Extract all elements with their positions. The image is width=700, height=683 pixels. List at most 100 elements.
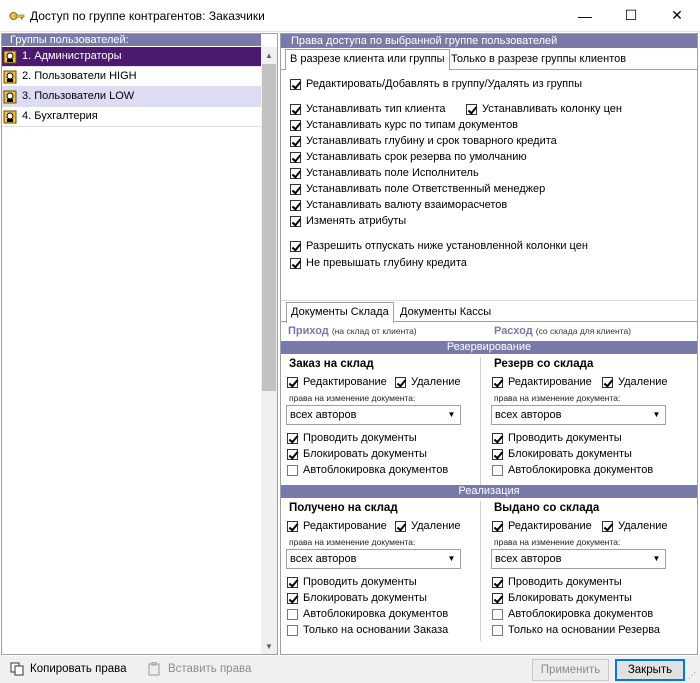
issued-rights-caption: права на изменение документа:: [494, 537, 621, 547]
income-heading: Приход (на склад от клиента): [288, 325, 417, 337]
tab-client-or-group[interactable]: В разрезе клиента или группы: [285, 49, 450, 70]
column-divider: [480, 501, 481, 641]
received-authors-select[interactable]: всех авторов ▼: [286, 549, 461, 569]
checkbox-order-autoblock[interactable]: Автоблокировка документов: [287, 464, 448, 476]
chevron-down-icon: ▼: [447, 410, 456, 419]
scroll-down-icon[interactable]: ▼: [261, 642, 277, 651]
checkbox-box: [466, 103, 477, 115]
checkbox-reserve-autoblock[interactable]: Автоблокировка документов: [492, 464, 653, 476]
checkbox-reserve-post[interactable]: Проводить документы: [492, 432, 622, 444]
checkbox-issued-block[interactable]: Блокировать документы: [492, 592, 632, 604]
checkbox-issued-autoblock[interactable]: Автоблокировка документов: [492, 608, 653, 620]
checkbox-executor[interactable]: Устанавливать поле Исполнитель: [290, 167, 479, 179]
tab-group-only[interactable]: Только в разрезе группы клиентов: [447, 50, 630, 70]
checkbox-no-exceed-credit[interactable]: Не превышать глубину кредита: [290, 257, 467, 269]
checkbox-issued-delete[interactable]: Удаление: [602, 520, 668, 532]
tab-cash-docs[interactable]: Документы Кассы: [396, 303, 495, 323]
user-group-icon: [3, 50, 17, 64]
close-button[interactable]: Закрыть: [615, 659, 685, 681]
checkbox-client-type[interactable]: Устанавливать тип клиента: [290, 103, 445, 115]
checkbox-edit-group[interactable]: Редактировать/Добавлять в группу/Удалять…: [290, 78, 582, 90]
groups-header: Группы пользователей:: [2, 34, 261, 46]
group-row[interactable]: 1. Администраторы: [2, 47, 261, 67]
minimize-button[interactable]: —: [562, 0, 608, 31]
checkbox-issued-edit[interactable]: Редактирование: [492, 520, 592, 532]
checkbox-received-delete[interactable]: Удаление: [395, 520, 461, 532]
checkbox-order-post[interactable]: Проводить документы: [287, 432, 417, 444]
column-divider: [480, 357, 481, 485]
checkbox-below-price[interactable]: Разрешить отпускать ниже установленной к…: [290, 240, 588, 252]
maximize-icon: ☐: [624, 7, 638, 23]
checkbox-box: [290, 135, 301, 147]
copy-rights-button[interactable]: Копировать права: [10, 662, 127, 676]
checkbox-credit[interactable]: Устанавливать глубину и срок товарного к…: [290, 135, 557, 147]
group-label: 1. Администраторы: [22, 50, 122, 62]
checkbox-order-block[interactable]: Блокировать документы: [287, 448, 427, 460]
minimize-icon: —: [578, 7, 592, 24]
group-row[interactable]: 2. Пользователи HIGH: [2, 67, 261, 87]
checkbox-box: [290, 183, 301, 195]
checkbox-reserve-term[interactable]: Устанавливать срок резерва по умолчанию: [290, 151, 527, 163]
order-authors-select[interactable]: всех авторов ▼: [286, 405, 461, 425]
outcome-heading: Расход (со склада для клиента): [494, 325, 631, 337]
checkbox-manager[interactable]: Устанавливать поле Ответственный менедже…: [290, 183, 545, 195]
maximize-button[interactable]: ☐: [608, 0, 654, 31]
checkbox-issued-post[interactable]: Проводить документы: [492, 576, 622, 588]
group-label: 3. Пользователи LOW: [22, 90, 135, 102]
close-window-button[interactable]: ✕: [654, 0, 700, 31]
key-icon: [9, 12, 25, 20]
checkbox-box: [290, 240, 301, 252]
checkbox-box: [290, 151, 301, 163]
checkbox-reserve-block[interactable]: Блокировать документы: [492, 448, 632, 460]
checkbox-received-post[interactable]: Проводить документы: [287, 576, 417, 588]
chevron-down-icon: ▼: [652, 410, 661, 419]
checkbox-box: [290, 199, 301, 211]
checkbox-order-delete[interactable]: Удаление: [395, 376, 461, 388]
checkbox-reserve-delete[interactable]: Удаление: [602, 376, 668, 388]
checkbox-attributes[interactable]: Изменять атрибуты: [290, 215, 406, 227]
title-bar: Доступ по группе контрагентов: Заказчики…: [0, 0, 700, 32]
checkbox-rate[interactable]: Устанавливать курс по типам документов: [290, 119, 518, 131]
window-title: Доступ по группе контрагентов: Заказчики: [30, 9, 265, 23]
copy-icon: [10, 662, 24, 676]
section-sales: Реализация: [281, 485, 697, 498]
user-group-icon: [3, 70, 17, 84]
checkbox-received-autoblock[interactable]: Автоблокировка документов: [287, 608, 448, 620]
group-label: 4. Бухгалтерия: [22, 110, 98, 122]
tab-warehouse-docs[interactable]: Документы Склада: [286, 302, 394, 323]
reserve-title: Резерв со склада: [494, 358, 594, 370]
scroll-up-icon[interactable]: ▲: [261, 51, 277, 60]
paste-rights-button[interactable]: Вставить права: [148, 662, 251, 676]
checkbox-issued-only-reserve[interactable]: Только на основании Резерва: [492, 624, 660, 636]
checkbox-currency[interactable]: Устанавливать валюту взаиморасчетов: [290, 199, 507, 211]
section-reserve: Резервирование: [281, 341, 697, 354]
paste-icon: [148, 662, 160, 676]
group-label: 2. Пользователи HIGH: [22, 70, 137, 82]
received-title: Получено на склад: [289, 502, 398, 514]
checkbox-order-edit[interactable]: Редактирование: [287, 376, 387, 388]
resize-grip-icon[interactable]: ⋰: [688, 671, 696, 680]
issued-authors-select[interactable]: всех авторов ▼: [491, 549, 666, 569]
checkbox-received-edit[interactable]: Редактирование: [287, 520, 387, 532]
checkbox-received-block[interactable]: Блокировать документы: [287, 592, 427, 604]
group-row[interactable]: 3. Пользователи LOW: [2, 87, 261, 107]
chevron-down-icon: ▼: [447, 554, 456, 563]
checkbox-price-column[interactable]: Устанавливать колонку цен: [466, 103, 622, 115]
scroll-thumb[interactable]: [262, 64, 276, 391]
checkbox-box: [290, 119, 301, 131]
checkbox-reserve-edit[interactable]: Редактирование: [492, 376, 592, 388]
issued-title: Выдано со склада: [494, 502, 600, 514]
close-icon: ✕: [671, 7, 683, 23]
checkbox-box: [290, 103, 301, 115]
reserve-rights-caption: права на изменение документа:: [494, 393, 621, 403]
reserve-authors-select[interactable]: всех авторов ▼: [491, 405, 666, 425]
apply-button[interactable]: Применить: [532, 659, 609, 681]
rights-header: Права доступа по выбранной группе пользо…: [281, 34, 697, 48]
group-row[interactable]: 4. Бухгалтерия: [2, 107, 261, 127]
user-group-icon: [3, 110, 17, 124]
received-rights-caption: права на изменение документа:: [289, 537, 416, 547]
checkbox-received-only-order[interactable]: Только на основании Заказа: [287, 624, 448, 636]
chevron-down-icon: ▼: [652, 554, 661, 563]
user-group-icon: [3, 90, 17, 104]
checkbox-box: [290, 215, 301, 227]
